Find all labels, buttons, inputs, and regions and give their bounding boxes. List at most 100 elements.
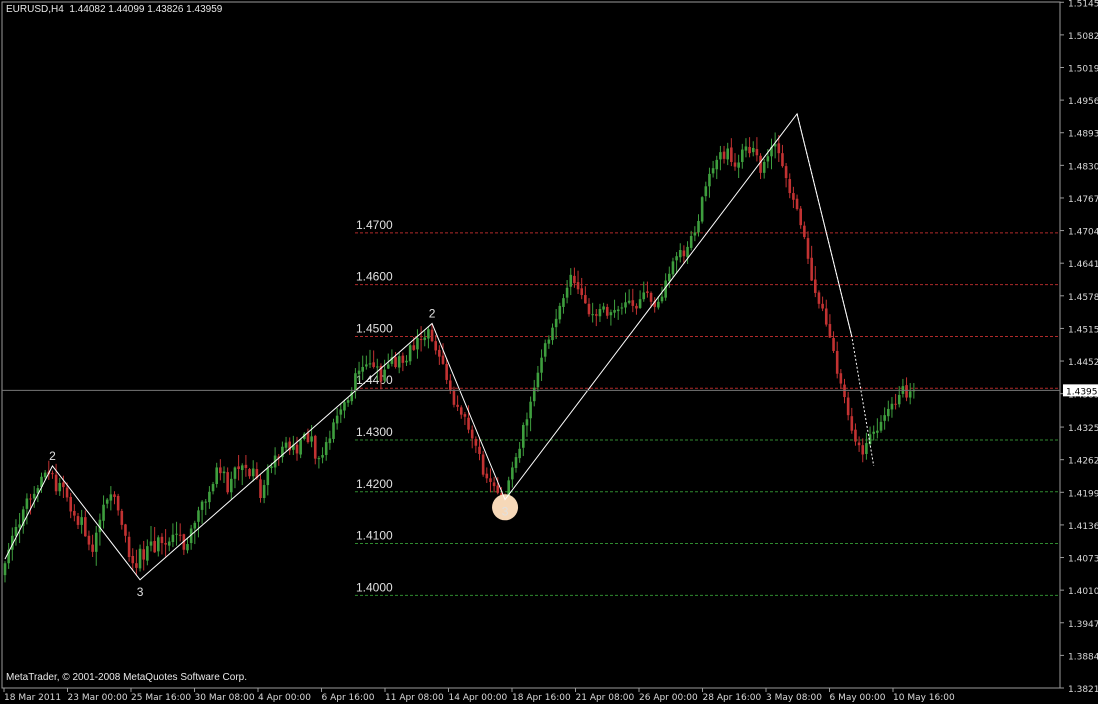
candle-body: [94, 532, 98, 552]
candle-body: [518, 448, 521, 459]
candle-body: [492, 482, 496, 487]
candle-body: [726, 148, 729, 160]
candle-body: [587, 303, 591, 315]
candle-body: [240, 465, 244, 471]
candle-body: [167, 541, 171, 546]
level-label: 1.4500: [356, 321, 393, 335]
candle-body: [397, 356, 401, 368]
candle-body: [733, 162, 737, 167]
candle-body: [324, 442, 328, 456]
candle-body: [890, 403, 894, 410]
candle-body: [171, 534, 175, 542]
candle-body: [700, 197, 704, 222]
price-tick-label: 1.38840: [1068, 652, 1098, 662]
candle-body: [467, 417, 470, 430]
candle-body: [299, 439, 302, 455]
candle-body: [540, 357, 543, 373]
price-tick-label: 1.45155: [1068, 325, 1098, 335]
price-tick-label: 1.46415: [1068, 260, 1098, 270]
candle-body: [361, 367, 364, 372]
candle-body: [186, 544, 189, 551]
candle-body: [73, 510, 76, 516]
wave-label: 3: [502, 505, 509, 519]
time-tick-label: 6 May 00:00: [830, 693, 886, 703]
candle-body: [197, 510, 200, 522]
candle-body: [222, 471, 226, 474]
candle-body: [675, 256, 678, 261]
candle-body: [551, 327, 554, 341]
candle-body: [795, 198, 799, 210]
candle-body: [295, 444, 299, 454]
plot-border: [1, 1, 1061, 689]
wave-label: 3: [137, 585, 144, 599]
candle-body: [343, 402, 346, 411]
candle-body: [138, 548, 142, 569]
candle-body: [697, 221, 700, 233]
candle-body: [638, 299, 642, 308]
level-label: 1.4300: [356, 425, 393, 439]
candle-body: [814, 279, 817, 293]
candle-body: [591, 314, 594, 316]
candle-body: [434, 341, 437, 351]
candle-body: [105, 499, 109, 504]
candle-body: [237, 466, 240, 469]
candle-body: [219, 467, 222, 474]
candle-body: [164, 543, 167, 545]
candle-body: [346, 400, 350, 403]
candle-body: [824, 308, 828, 325]
candle-body: [704, 186, 708, 197]
candle-body: [792, 193, 795, 200]
candle-body: [543, 343, 547, 357]
candle-body: [470, 429, 474, 439]
price-chart[interactable]: 1.47001.46001.45001.44001.43001.42001.41…: [0, 0, 1098, 704]
candle-body: [474, 438, 478, 446]
candle-body: [678, 249, 682, 258]
candle-body: [846, 397, 850, 416]
candle-body: [175, 533, 178, 535]
candle-body: [394, 357, 397, 368]
price-tick-label: 1.38210: [1068, 685, 1098, 695]
candle-body: [532, 387, 536, 402]
candle-body: [200, 501, 204, 510]
candle-body: [80, 517, 83, 525]
candle-body: [270, 466, 273, 468]
candle-body: [142, 549, 145, 560]
price-tick-label: 1.51455: [1068, 0, 1098, 9]
candle-body: [522, 424, 525, 448]
candle-body: [383, 369, 386, 381]
candle-body: [784, 166, 788, 179]
candle-body: [405, 360, 408, 363]
candle-body: [609, 312, 613, 316]
price-tick-label: 1.39470: [1068, 620, 1098, 630]
candle-body: [368, 363, 372, 365]
candle-body: [762, 161, 766, 173]
price-tick-label: 1.49565: [1068, 97, 1098, 107]
candle-body: [463, 414, 467, 417]
candle-body: [259, 479, 262, 498]
candle-body: [386, 364, 390, 369]
candle-body: [562, 298, 565, 307]
candle-body: [741, 149, 744, 162]
candle-body: [87, 535, 91, 545]
time-tick-label: 18 Apr 16:00: [512, 693, 571, 703]
candle-body: [671, 261, 675, 275]
candle-body: [751, 148, 755, 153]
candle-body: [131, 555, 135, 564]
candle-body: [602, 306, 605, 310]
time-tick-label: 10 May 16:00: [893, 693, 955, 703]
candle-body: [828, 324, 832, 338]
candle-body: [605, 306, 609, 316]
candle-body: [478, 446, 481, 454]
candle-body: [905, 385, 908, 398]
price-axis: 1.51455 1.50825 1.50195 1.49565 1.48935 1.483…: [2, 0, 1098, 695]
candle-body: [485, 473, 489, 479]
candle-body: [573, 275, 576, 284]
candle-body: [569, 274, 573, 287]
candle-body: [598, 309, 602, 317]
zigzag-projection: [796, 113, 875, 466]
candle-body: [120, 510, 124, 525]
candle-body: [821, 303, 824, 309]
candle-body: [262, 485, 266, 498]
candle-body: [18, 524, 21, 528]
candle-body: [127, 536, 131, 558]
